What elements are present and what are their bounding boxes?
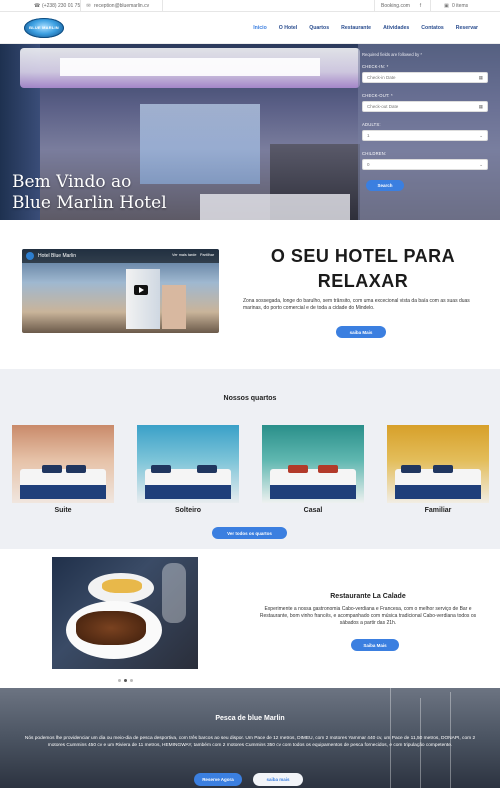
- carousel-dot[interactable]: [130, 679, 133, 682]
- required-note: Required fields are followed by *: [362, 52, 423, 57]
- checkout-label: CHECK-OUT: *: [362, 93, 393, 98]
- rooms-heading: Nossos quartos: [223, 395, 277, 402]
- facebook-link[interactable]: f: [418, 0, 423, 12]
- nav-item-inicio[interactable]: Inicio: [253, 25, 267, 31]
- calendar-icon: ▦: [478, 103, 483, 109]
- room-blanket: [270, 485, 356, 499]
- room-blanket: [20, 485, 106, 499]
- children-select[interactable]: 0 ⌄: [362, 159, 488, 170]
- room-card-casal[interactable]: [262, 425, 364, 503]
- hero-ceiling-light: [60, 58, 320, 76]
- hero-title: Bem Vindo ao Blue Marlin Hotel: [12, 172, 167, 214]
- adults-select[interactable]: 1 ⌄: [362, 130, 488, 141]
- room-pillow: [42, 465, 62, 473]
- room-blanket: [145, 485, 231, 499]
- restaurant-heading: Restaurante La Calade: [330, 593, 406, 600]
- room-pillow: [433, 465, 453, 473]
- checkout-date-field[interactable]: Check-out Date ▦: [362, 101, 488, 112]
- hero-title-line1: Bem Vindo ao: [12, 172, 132, 192]
- email-icon: ✉: [86, 2, 91, 9]
- phone-contact[interactable]: ☎ (+238) 230 01 75: [34, 0, 80, 12]
- search-button[interactable]: Search: [366, 180, 404, 191]
- nav-item-reservar[interactable]: Reservar: [456, 25, 478, 31]
- video-title[interactable]: Hotel Blue Marlin: [38, 253, 76, 259]
- children-label: CHILDREN:: [362, 151, 387, 156]
- adults-label: ADULTS:: [362, 122, 381, 127]
- cart-icon: ▣: [444, 2, 449, 9]
- checkin-label: CHECK-IN: *: [362, 64, 389, 69]
- room-card-solteiro[interactable]: [137, 425, 239, 503]
- carousel-dot-active[interactable]: [124, 679, 127, 682]
- nav-item-o-hotel[interactable]: O Hotel: [279, 25, 297, 31]
- reserve-now-button[interactable]: Reserve Agora: [194, 773, 242, 786]
- logo-text: BLUE MARLIN: [29, 25, 59, 30]
- phone-icon: ☎: [34, 2, 41, 9]
- nav-item-quartos[interactable]: Quartos: [309, 25, 329, 31]
- restaurant-saiba-mais-button[interactable]: Saiba Mais: [351, 639, 399, 651]
- food-fries: [102, 579, 142, 593]
- email-address: reception@bluemarlin.cv: [94, 3, 150, 9]
- fishing-saiba-mais-button[interactable]: saiba mais: [253, 773, 303, 786]
- fishing-section: Pesca de blue Marlin Nós podemos lhe pro…: [0, 688, 500, 788]
- chevron-down-icon: ⌄: [479, 161, 483, 167]
- email-contact[interactable]: ✉ reception@bluemarlin.cv: [86, 0, 149, 12]
- room-pillow: [401, 465, 421, 473]
- cart-count: 0 items: [452, 3, 469, 9]
- nav-menu: Inicio O Hotel Quartos Restaurante Ativi…: [253, 12, 478, 44]
- hero-bed-image: [200, 194, 350, 220]
- intro-heading: O SEU HOTEL PARA RELAXAR: [270, 246, 456, 291]
- main-navigation: BLUE MARLIN Inicio O Hotel Quartos Resta…: [0, 12, 500, 44]
- calendar-icon: ▦: [478, 74, 483, 80]
- share-label[interactable]: Partilhar: [200, 253, 214, 257]
- intro-saiba-mais-button[interactable]: saiba Mais: [336, 326, 386, 338]
- children-value: 0: [367, 162, 370, 167]
- booking-link[interactable]: Booking.com: [381, 0, 410, 12]
- hotel-video-player[interactable]: Hotel Blue Marlin Ver mais tarde Partilh…: [22, 249, 219, 333]
- room-name-familiar[interactable]: Familiar: [387, 507, 489, 514]
- restaurant-text: Experimente a nossa gastronomia Cabo-ver…: [259, 606, 477, 626]
- rooms-section: Nossos quartos Suite Solteiro Casal Fami…: [0, 369, 500, 549]
- checkout-placeholder: Check-out Date: [367, 104, 399, 109]
- room-pillow: [151, 465, 171, 473]
- fishing-text: Nós podemos lhe providenciar um dia ou m…: [24, 736, 476, 748]
- room-pillow: [197, 465, 217, 473]
- phone-number: (+238) 230 01 75: [42, 3, 81, 9]
- video-building-image: [126, 269, 160, 329]
- room-name-solteiro[interactable]: Solteiro: [137, 507, 239, 514]
- watch-later-label[interactable]: Ver mais tarde: [172, 253, 196, 257]
- facebook-icon: f: [419, 2, 422, 9]
- play-icon[interactable]: [134, 285, 148, 295]
- intro-text: Zona sossegada, longe do barulho, sem tr…: [243, 298, 470, 311]
- video-building-image-2: [162, 285, 186, 329]
- hotel-logo[interactable]: BLUE MARLIN: [24, 18, 64, 38]
- carousel-dot[interactable]: [118, 679, 121, 682]
- view-all-rooms-button[interactable]: Ver todos os quartos: [212, 527, 287, 539]
- restaurant-food-image: [52, 557, 198, 669]
- adults-value: 1: [367, 133, 370, 138]
- food-grill: [76, 611, 146, 645]
- checkin-date-field[interactable]: Check-in Date ▦: [362, 72, 488, 83]
- room-pillow: [66, 465, 86, 473]
- booking-label: Booking.com: [381, 3, 410, 9]
- room-blanket: [395, 485, 481, 499]
- room-pillow: [288, 465, 308, 473]
- room-name-casal[interactable]: Casal: [262, 507, 364, 514]
- fishing-heading: Pesca de blue Marlin: [215, 715, 285, 722]
- booking-form: Required fields are followed by * CHECK-…: [358, 44, 500, 220]
- checkin-placeholder: Check-in Date: [367, 75, 396, 80]
- nav-item-atividades[interactable]: Atividades: [383, 25, 409, 31]
- cart-link[interactable]: ▣ 0 items: [444, 0, 468, 12]
- nav-item-restaurante[interactable]: Restaurante: [341, 25, 371, 31]
- chevron-down-icon: ⌄: [479, 132, 483, 138]
- room-card-suite[interactable]: [12, 425, 114, 503]
- food-glass: [162, 563, 186, 623]
- hero-title-line2: Blue Marlin Hotel: [12, 193, 167, 213]
- room-name-suite[interactable]: Suite: [12, 507, 114, 514]
- room-pillow: [318, 465, 338, 473]
- room-card-familiar[interactable]: [387, 425, 489, 503]
- channel-avatar[interactable]: [26, 252, 34, 260]
- carousel-dots: [118, 679, 133, 682]
- top-bar: ☎ (+238) 230 01 75 ✉ reception@bluemarli…: [0, 0, 500, 12]
- nav-item-contatos[interactable]: Contatos: [421, 25, 443, 31]
